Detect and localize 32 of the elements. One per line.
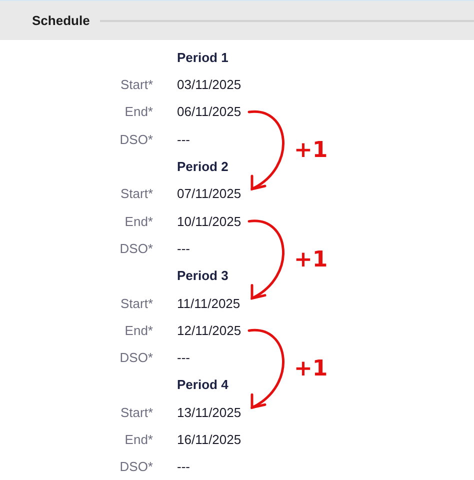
period-heading: Period 4 <box>177 376 228 394</box>
period-heading: Period 3 <box>177 267 228 286</box>
field-label: DSO* <box>118 458 153 476</box>
field-value: 06/11/2025 <box>177 103 242 122</box>
field-label: Start* <box>119 76 153 94</box>
field-value: --- <box>177 130 190 149</box>
field-label: DSO* <box>118 130 153 149</box>
field-value: 12/11/2025 <box>177 322 242 340</box>
annotation-label: +1 <box>294 138 328 163</box>
period-heading: Period 2 <box>177 158 228 176</box>
field-value: 13/11/2025 <box>177 404 242 422</box>
field-label: End* <box>124 212 153 231</box>
field-label: End* <box>124 322 153 340</box>
field-label: Start* <box>119 404 153 422</box>
field-value: --- <box>177 458 190 476</box>
field-label: Start* <box>119 185 153 204</box>
field-value: 16/11/2025 <box>177 431 242 450</box>
field-label: End* <box>124 431 153 450</box>
field-value: 10/11/2025 <box>177 212 242 231</box>
field-label: DSO* <box>118 349 153 368</box>
annotation-label: +1 <box>294 356 328 382</box>
field-value: 03/11/2025 <box>177 76 242 94</box>
field-label: Start* <box>119 294 153 313</box>
field-label: DSO* <box>118 240 153 258</box>
section-title: Schedule <box>32 12 90 30</box>
field-value: --- <box>177 349 190 368</box>
field-value: 11/11/2025 <box>177 294 240 313</box>
field-value: --- <box>177 240 190 258</box>
period-heading: Period 1 <box>177 48 228 67</box>
annotation-label: +1 <box>294 247 328 272</box>
field-value: 07/11/2025 <box>177 185 242 204</box>
field-label: End* <box>124 103 153 122</box>
